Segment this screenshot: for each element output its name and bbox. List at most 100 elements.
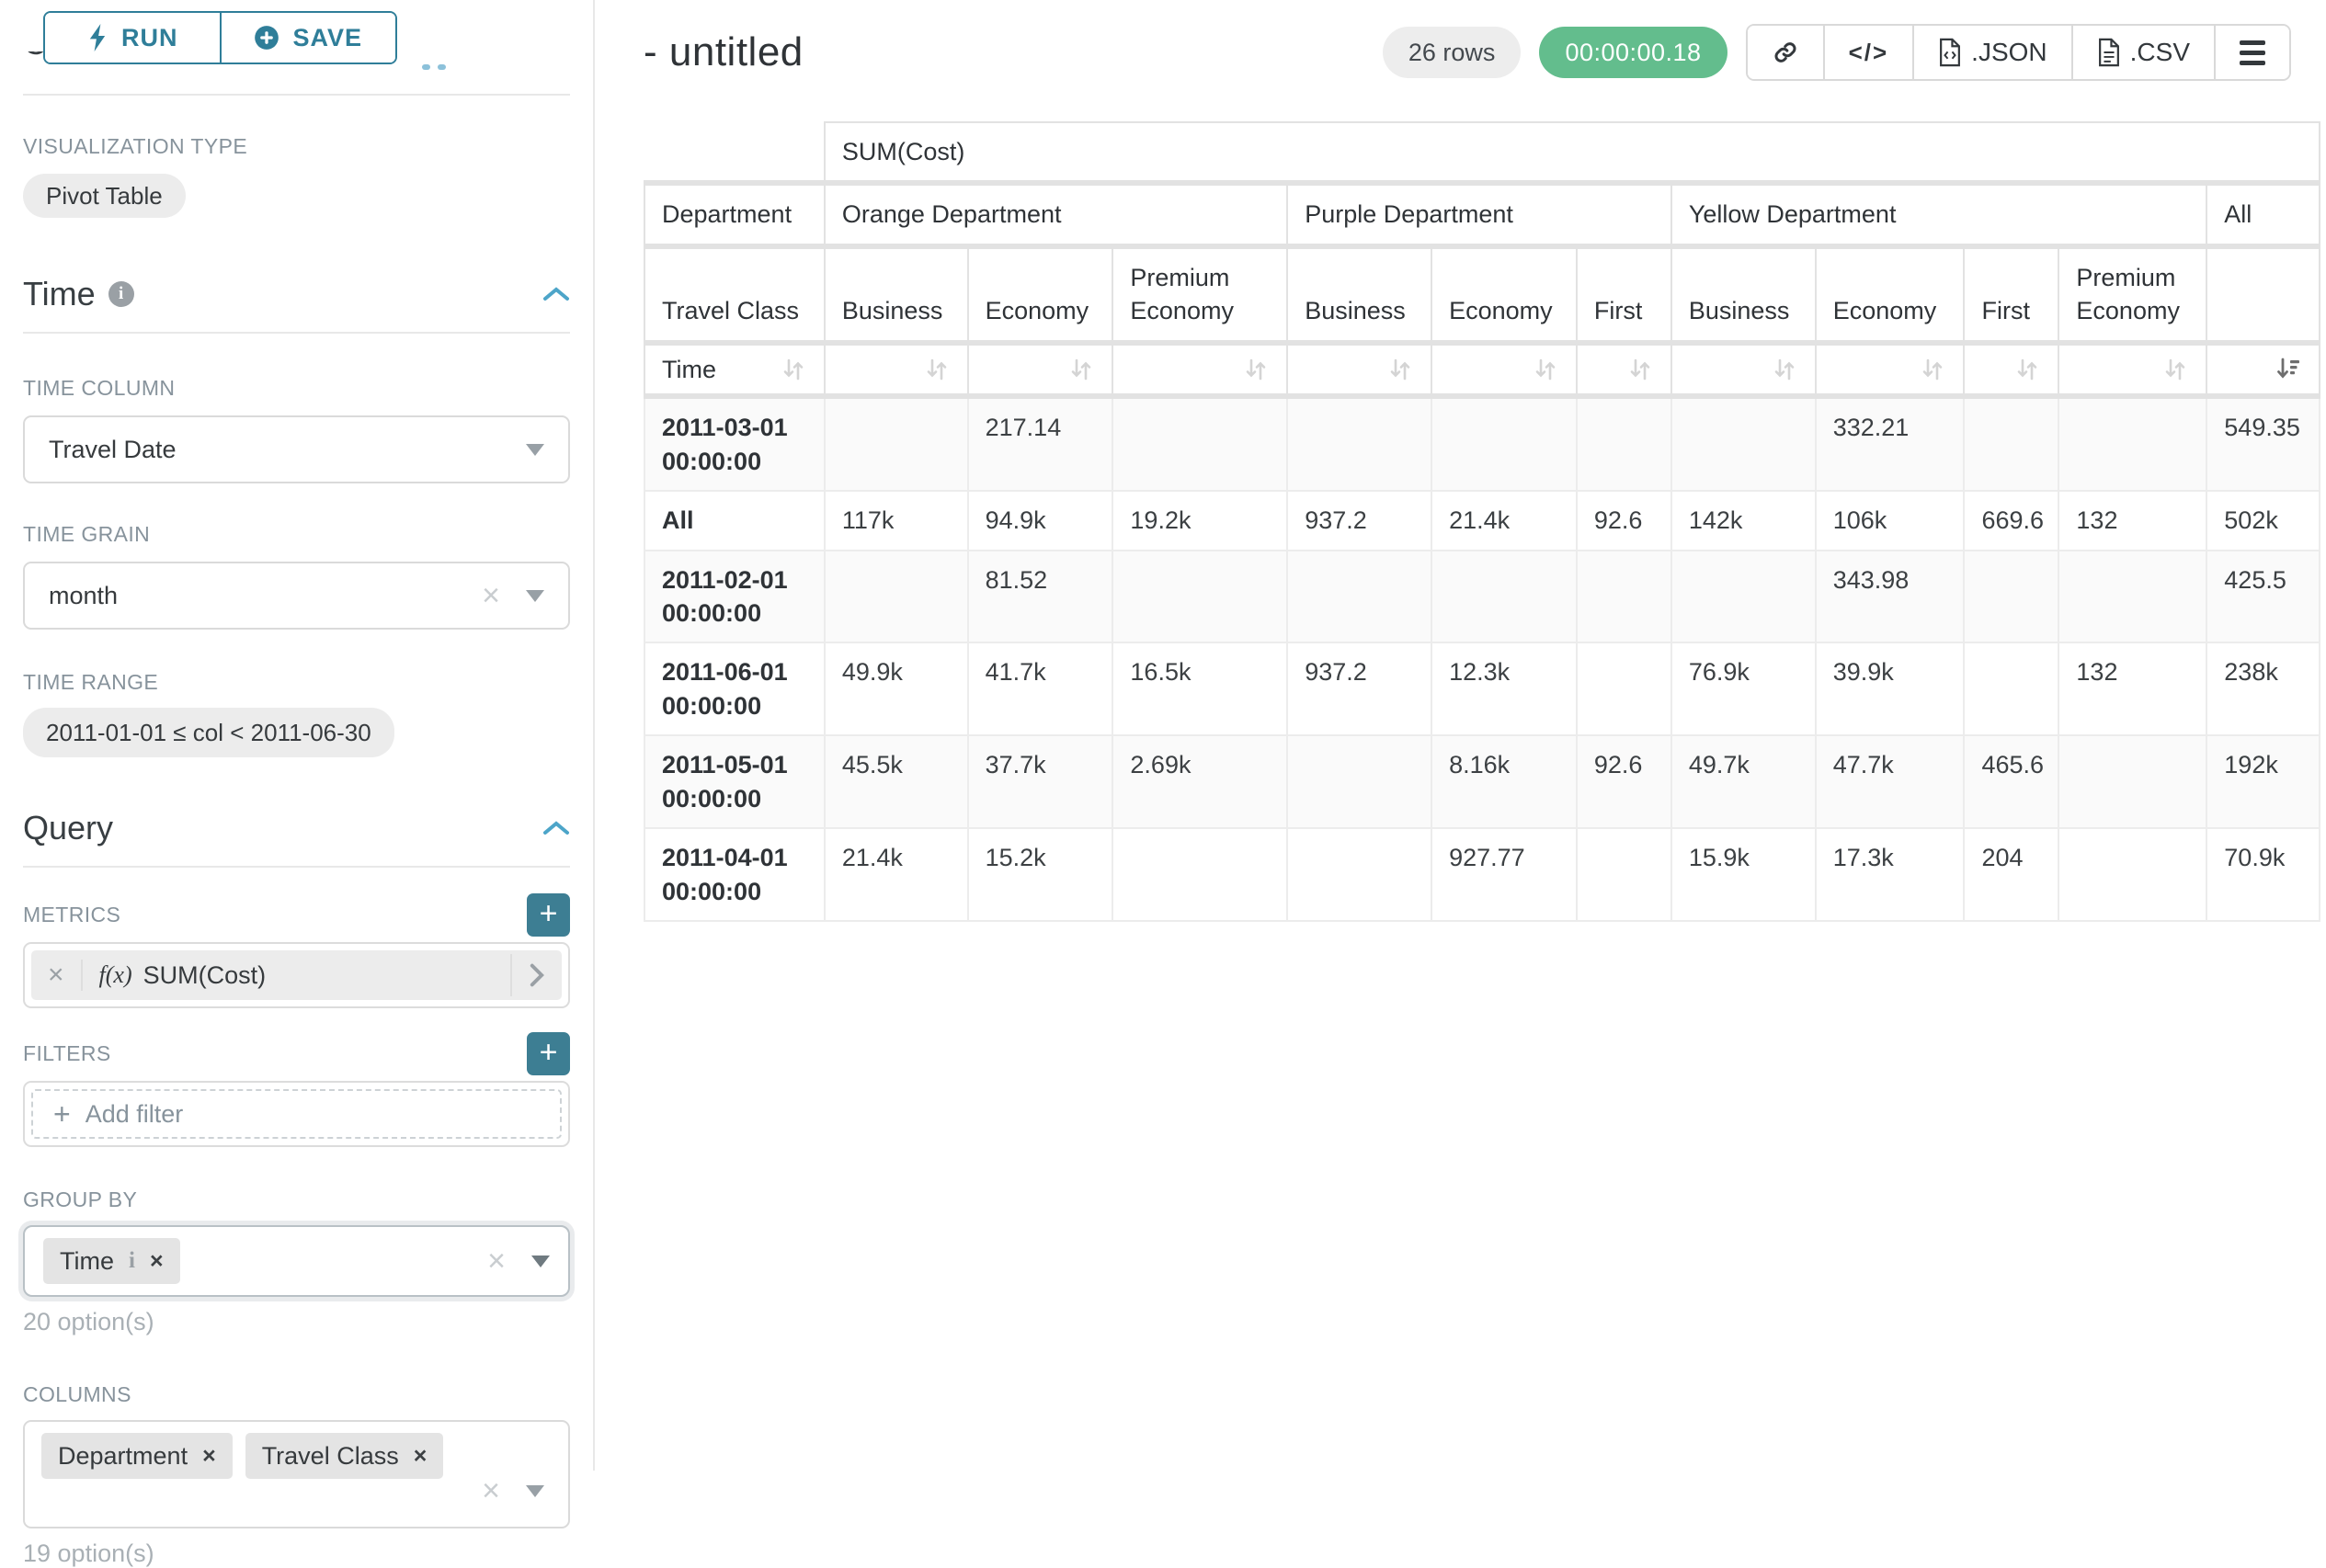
columns-pill-travel-class[interactable]: Travel Class × — [245, 1433, 444, 1479]
chart-area: - untitled 26 rows 00:00:00.18 </> — [597, 0, 2326, 1471]
save-button[interactable]: SAVE — [220, 13, 396, 62]
group-by-pill-time[interactable]: Time i × — [43, 1238, 180, 1284]
columns-pill-department[interactable]: Department × — [41, 1433, 233, 1479]
remove-pill-icon[interactable]: × — [202, 1443, 216, 1470]
remove-pill-icon[interactable]: × — [150, 1248, 164, 1275]
time-column-select[interactable]: Travel Date — [23, 415, 570, 483]
pivot-table: SUM(Cost)DepartmentOrange DepartmentPurp… — [644, 121, 2320, 922]
pivot-cell — [1671, 551, 1816, 643]
add-filter-dropzone[interactable]: + Add filter — [31, 1089, 562, 1139]
pivot-cell: 106k — [1816, 491, 1965, 550]
export-json-button[interactable]: .JSON — [1912, 26, 2070, 79]
pivot-row: 2011-02-01 00:00:0081.52343.98425.5 — [644, 551, 2320, 643]
pivot-subcolumn-header: Business — [1671, 246, 1816, 343]
query-section-header: Query — [23, 809, 570, 847]
json-label: .JSON — [1971, 38, 2047, 67]
clear-icon[interactable]: × — [482, 1475, 500, 1506]
csv-file-icon — [2097, 38, 2121, 67]
pivot-subcolumn-header: Economy — [1816, 246, 1965, 343]
sort-icon[interactable] — [1771, 356, 1798, 383]
sort-icon[interactable] — [1242, 356, 1270, 383]
view-query-button[interactable]: </> — [1823, 26, 1913, 79]
pivot-cell: 92.6 — [1577, 735, 1671, 828]
pivot-cell: 15.2k — [968, 828, 1113, 921]
time-section-header: Time i — [23, 275, 570, 313]
pivot-cell: 49.9k — [825, 642, 968, 735]
sort-icon[interactable] — [2161, 356, 2189, 383]
pivot-subcolumn-header: Economy — [968, 246, 1113, 343]
pivot-cell — [1287, 396, 1431, 491]
chevron-down-icon — [526, 444, 544, 456]
time-column-value: Travel Date — [49, 436, 177, 464]
copy-link-button[interactable] — [1748, 26, 1823, 79]
info-icon[interactable]: i — [129, 1248, 135, 1274]
chart-title[interactable]: - untitled — [644, 29, 804, 75]
pivot-cell: 92.6 — [1577, 491, 1671, 550]
time-grain-select[interactable]: month × — [23, 562, 570, 630]
sort-icon[interactable] — [923, 356, 951, 383]
time-grain-value: month — [49, 582, 118, 610]
run-button[interactable]: RUN — [45, 13, 220, 62]
divider — [23, 332, 570, 334]
chevron-up-icon-clipped[interactable] — [422, 64, 446, 70]
json-file-icon — [1938, 38, 1962, 67]
sort-icon[interactable] — [2013, 356, 2041, 383]
pivot-sort-cell — [825, 343, 968, 396]
run-save-toolbar: RUN SAVE — [43, 11, 397, 64]
pivot-cell: 49.7k — [1671, 735, 1816, 828]
sort-icon[interactable] — [1626, 356, 1654, 383]
pivot-cell: 343.98 — [1816, 551, 1965, 643]
clear-icon[interactable]: × — [487, 1245, 506, 1277]
pivot-sort-cell — [968, 343, 1113, 396]
time-range-pill[interactable]: 2011-01-01 ≤ col < 2011-06-30 — [23, 708, 394, 757]
sort-icon[interactable] — [1386, 356, 1414, 383]
chevron-down-icon — [531, 1256, 550, 1267]
sort-icon[interactable] — [1532, 356, 1559, 383]
pivot-cell: 70.9k — [2206, 828, 2320, 921]
add-metric-button[interactable]: + — [527, 893, 570, 937]
pivot-subcolumn-header: Premium Economy — [2058, 246, 2206, 343]
pivot-cell: 47.7k — [1816, 735, 1965, 828]
visualization-type-pill[interactable]: Pivot Table — [23, 174, 186, 218]
pivot-cell — [1431, 396, 1577, 491]
time-column-label: TIME COLUMN — [23, 376, 570, 401]
row-count-badge: 26 rows — [1383, 27, 1522, 78]
sort-icon[interactable] — [780, 356, 807, 383]
remove-metric-icon[interactable]: × — [31, 960, 83, 991]
sort-desc-icon[interactable] — [2275, 356, 2302, 383]
sort-icon[interactable] — [1919, 356, 1946, 383]
time-section-title: Time — [23, 275, 96, 313]
pivot-cell — [825, 551, 968, 643]
columns-label: COLUMNS — [23, 1382, 570, 1407]
link-icon — [1772, 39, 1799, 66]
add-filter-plus-button[interactable]: + — [527, 1032, 570, 1075]
remove-pill-icon[interactable]: × — [414, 1443, 428, 1470]
pill-label: Time — [60, 1247, 114, 1276]
pivot-subcolumns-dimension: Travel Class — [644, 246, 825, 343]
csv-label: .CSV — [2130, 38, 2190, 67]
metric-chip[interactable]: × f(x) SUM(Cost) — [31, 950, 562, 1000]
pivot-cell — [1112, 551, 1287, 643]
info-icon[interactable]: i — [108, 281, 134, 307]
collapse-chevron-up-icon[interactable] — [542, 820, 570, 836]
export-csv-button[interactable]: .CSV — [2071, 26, 2214, 79]
clear-icon[interactable]: × — [482, 580, 500, 611]
pivot-cell — [1287, 828, 1431, 921]
pivot-cell — [1577, 551, 1671, 643]
pivot-row-label: 2011-05-01 00:00:00 — [644, 735, 825, 828]
expand-metric-icon[interactable] — [510, 954, 562, 996]
pivot-cell — [2058, 828, 2206, 921]
pivot-cell: 937.2 — [1287, 642, 1431, 735]
pivot-cell — [1671, 396, 1816, 491]
pivot-group-header: Yellow Department — [1671, 183, 2206, 245]
pivot-cell — [2058, 551, 2206, 643]
pivot-cell — [1287, 551, 1431, 643]
group-by-select[interactable]: Time i × × — [23, 1225, 570, 1297]
menu-button[interactable] — [2214, 26, 2289, 79]
pivot-row-label: All — [644, 491, 825, 550]
sort-icon[interactable] — [1067, 356, 1095, 383]
columns-select[interactable]: Department × Travel Class × × — [23, 1420, 570, 1528]
pivot-cell — [1112, 828, 1287, 921]
collapse-chevron-up-icon[interactable] — [542, 286, 570, 302]
pivot-cell: 192k — [2206, 735, 2320, 828]
